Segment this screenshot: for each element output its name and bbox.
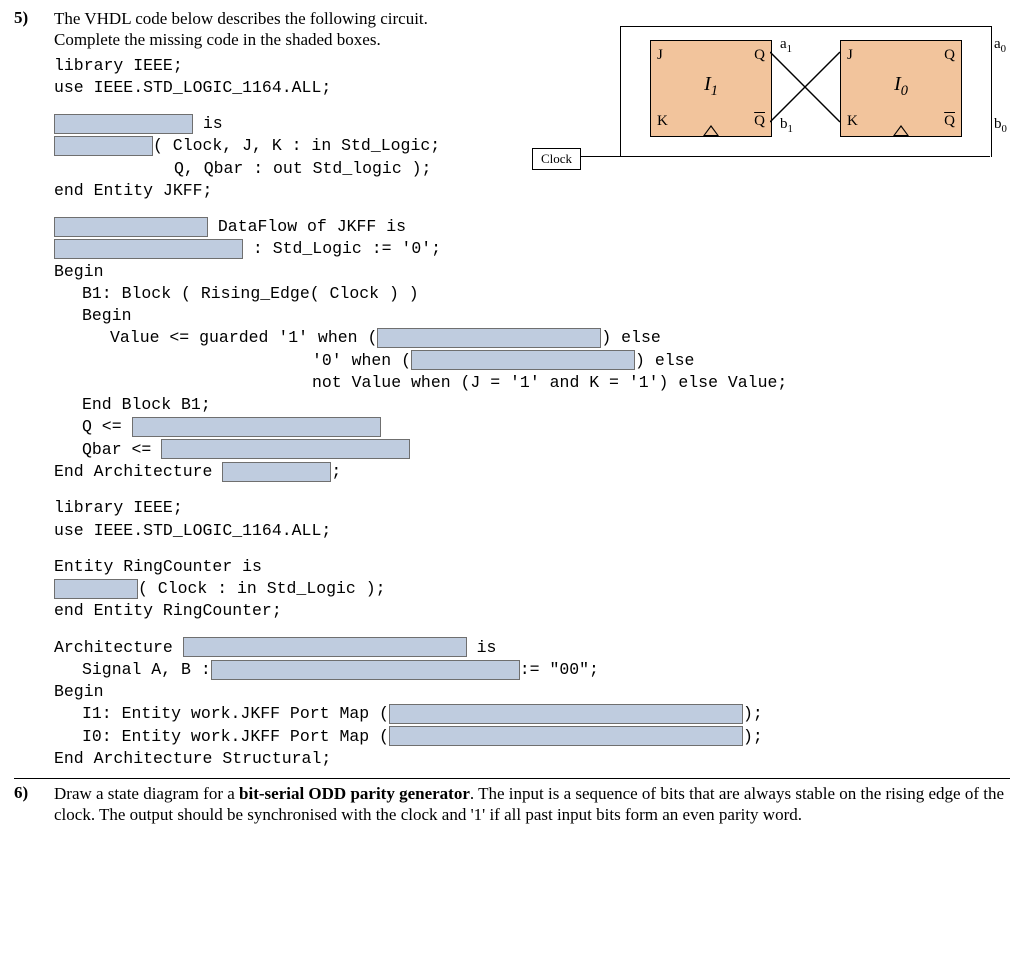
blank-architecture[interactable] — [54, 217, 208, 237]
code-line: End Block B1; — [54, 394, 1010, 416]
label-k: K — [657, 113, 668, 130]
label-k: K — [847, 113, 858, 130]
code-line: I0: Entity work.JKFF Port Map (); — [54, 726, 1010, 748]
label-q: Q — [944, 47, 955, 64]
code-line: Begin — [54, 681, 1010, 703]
clock-label: Clock — [532, 148, 581, 170]
label-j: J — [657, 47, 663, 64]
label-b1: b1 — [780, 116, 793, 135]
code-line: library IEEE; — [54, 497, 1010, 519]
code-line: '0' when () else — [54, 350, 1010, 372]
label-i1: I1 — [651, 73, 771, 100]
code-line: Value <= guarded '1' when () else — [54, 327, 1010, 349]
code-line: DataFlow of JKFF is — [54, 216, 1010, 238]
code-line: Begin — [54, 261, 1010, 283]
blank-signal[interactable] — [54, 239, 243, 259]
code-line: Signal A, B ::= "00"; — [54, 659, 1010, 681]
code-line: not Value when (J = '1' and K = '1') els… — [54, 372, 1010, 394]
question-5-number: 5) — [14, 8, 54, 28]
q6-bold: bit-serial ODD parity generator — [239, 784, 470, 803]
blank-cond1[interactable] — [377, 328, 601, 348]
code-line: end Entity JKFF; — [54, 180, 1010, 202]
label-qbar: Q — [944, 113, 955, 130]
flipflop-i0: J Q K Q I0 — [840, 40, 962, 137]
blank-map0[interactable] — [389, 726, 743, 746]
circuit-diagram: J Q K Q I1 J Q K Q I0 a1 b1 a0 b0 Clock — [580, 20, 1010, 180]
blank-q-assign[interactable] — [132, 417, 381, 437]
blank-qbar-assign[interactable] — [161, 439, 410, 459]
blank-map1[interactable] — [389, 704, 743, 724]
code-line: End Architecture Structural; — [54, 748, 1010, 770]
code-line: Architecture is — [54, 637, 1010, 659]
blank-entity[interactable] — [54, 114, 193, 134]
blank-archname[interactable] — [222, 462, 331, 482]
question-6-text: Draw a state diagram for a bit-serial OD… — [54, 783, 1010, 826]
label-a1: a1 — [780, 36, 792, 55]
blank-port2[interactable] — [54, 579, 138, 599]
label-j: J — [847, 47, 853, 64]
blank-arch2[interactable] — [183, 637, 467, 657]
label-b0: b0 — [994, 116, 1007, 135]
code-line: I1: Entity work.JKFF Port Map (); — [54, 703, 1010, 725]
label-i0: I0 — [841, 73, 961, 100]
code-line: Q <= — [54, 416, 1010, 438]
code-line: Begin — [54, 305, 1010, 327]
flipflop-i1: J Q K Q I1 — [650, 40, 772, 137]
blank-port[interactable] — [54, 136, 153, 156]
label-qbar: Q — [754, 113, 765, 130]
label-a0: a0 — [994, 36, 1006, 55]
code-line: Qbar <= — [54, 439, 1010, 461]
code-line: : Std_Logic := '0'; — [54, 238, 1010, 260]
code-line: B1: Block ( Rising_Edge( Clock ) ) — [54, 283, 1010, 305]
code-line: use IEEE.STD_LOGIC_1164.ALL; — [54, 520, 1010, 542]
code-line: End Architecture ; — [54, 461, 1010, 483]
question-6-number: 6) — [14, 783, 54, 803]
blank-cond0[interactable] — [411, 350, 635, 370]
code-line: ( Clock : in Std_Logic ); — [54, 578, 1010, 600]
code-line: Entity RingCounter is — [54, 556, 1010, 578]
code-line: end Entity RingCounter; — [54, 600, 1010, 622]
blank-sigtype[interactable] — [211, 660, 520, 680]
label-q: Q — [754, 47, 765, 64]
